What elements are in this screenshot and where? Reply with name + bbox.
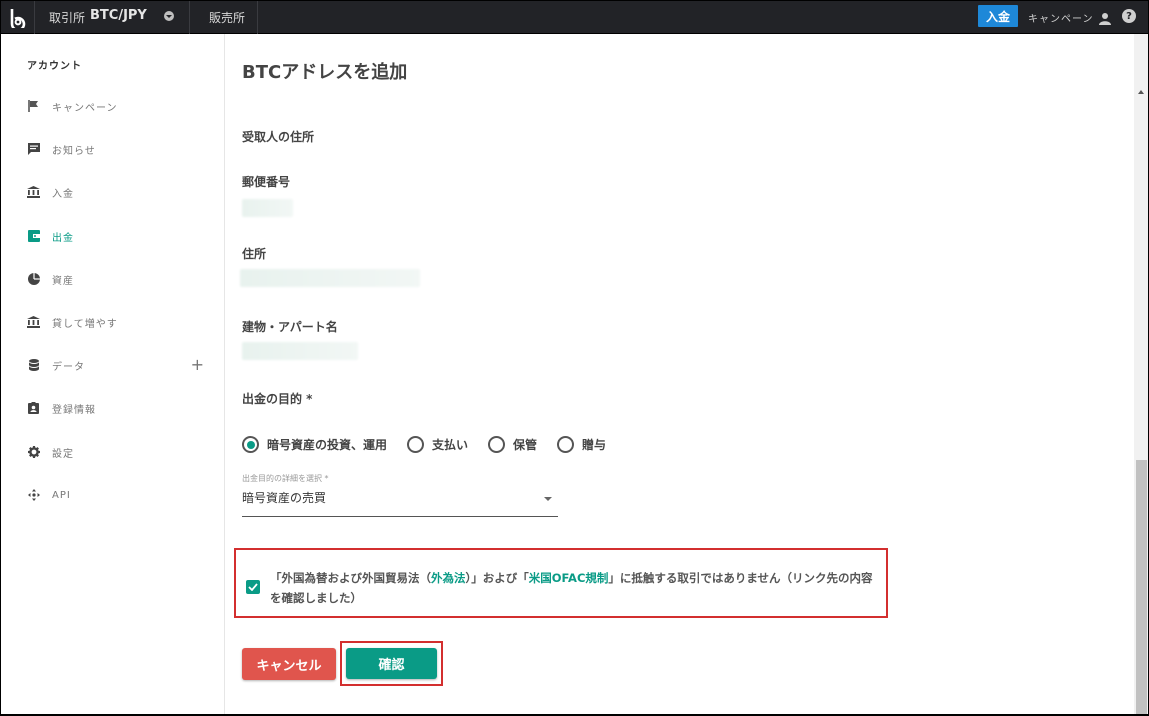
compliance-checkbox[interactable] [246, 580, 260, 594]
purpose-label: 出金の目的 * [242, 392, 313, 406]
sidebar-item-registration[interactable]: 登録情報 [27, 398, 217, 418]
flag-icon [27, 100, 40, 113]
bank-icon [27, 186, 40, 199]
radio-label: 支払い [432, 438, 469, 452]
scroll-up-arrow-icon[interactable] [1138, 90, 1144, 94]
database-icon [27, 359, 40, 372]
shop-link[interactable]: 販売所 [209, 9, 245, 26]
sidebar-item-data[interactable]: データ + [27, 355, 217, 375]
divider [257, 1, 258, 34]
building-label: 建物・アパート名 [242, 320, 338, 334]
radio-label: 暗号資産の投資、運用 [267, 438, 388, 452]
radio-unselected-icon [407, 436, 425, 453]
message-icon [27, 143, 40, 156]
sidebar-item-lending[interactable]: 貸して増やす [27, 312, 217, 332]
select-value: 暗号資産の売買 [242, 491, 327, 505]
sidebar-item-label: 貸して増やす [52, 318, 118, 330]
postal-code-label: 郵便番号 [242, 175, 291, 189]
recipient-address-heading: 受取人の住所 [242, 130, 315, 144]
sidebar-item-api[interactable]: API [27, 485, 217, 505]
account-sidebar: アカウント キャンペーン お知らせ 入金 出金 資産 貸して増やす データ + … [0, 34, 225, 716]
scrollbar-thumb[interactable] [1136, 460, 1147, 716]
radio-unselected-icon [488, 436, 506, 453]
address-value-redacted [240, 269, 420, 287]
sidebar-item-label: 登録情報 [52, 404, 96, 416]
dropdown-arrow-icon [544, 497, 552, 501]
bank-icon [27, 316, 40, 329]
purpose-detail-select[interactable]: 出金目的の詳細を選択 * 暗号資産の売買 [242, 473, 558, 517]
radio-label: 保管 [513, 438, 538, 452]
sidebar-item-label: 出金 [52, 232, 74, 244]
sidebar-item-label: データ [52, 361, 85, 373]
divider [189, 1, 190, 34]
sidebar-item-label: お知らせ [52, 145, 96, 157]
sidebar-item-label: 設定 [52, 448, 74, 460]
sidebar-item-withdraw[interactable]: 出金 [27, 226, 217, 246]
wallet-icon [27, 230, 40, 243]
deposit-button[interactable]: 入金 [978, 5, 1018, 27]
sidebar-item-settings[interactable]: 設定 [27, 442, 217, 462]
select-floating-label: 出金目的の詳細を選択 * [242, 474, 329, 483]
sidebar-item-news[interactable]: お知らせ [27, 139, 217, 159]
sidebar-item-campaign[interactable]: キャンペーン [27, 96, 217, 116]
sidebar-item-label: キャンペーン [52, 102, 118, 114]
purpose-radio-gift[interactable]: 贈与 [557, 436, 606, 453]
pie-chart-icon [27, 273, 40, 286]
api-icon [27, 489, 40, 502]
purpose-radio-payment[interactable]: 支払い [407, 436, 468, 453]
user-icon[interactable] [1098, 10, 1112, 29]
building-value-redacted [242, 342, 358, 360]
ofac-regulation-link[interactable]: 米国OFAC規制 [529, 571, 609, 585]
trading-pair[interactable]: BTC/JPY [90, 8, 147, 23]
sidebar-item-label: API [52, 489, 71, 501]
compliance-confirmation-highlight: 「外国為替および外国貿易法（外為法）」および「米国OFAC規制」に抵触する取引で… [234, 548, 888, 618]
top-navigation-bar: 取引所 BTC/JPY 販売所 入金 キャンペーン ? [0, 0, 1149, 34]
confirm-button-highlight: 確認 [340, 641, 443, 686]
sidebar-item-assets[interactable]: 資産 [27, 269, 217, 289]
help-icon[interactable]: ? [1122, 9, 1136, 23]
exchange-label[interactable]: 取引所 [49, 9, 85, 26]
purpose-radio-investment[interactable]: 暗号資産の投資、運用 [242, 436, 387, 453]
gear-icon [27, 446, 40, 459]
id-badge-icon [27, 402, 40, 415]
address-label: 住所 [242, 247, 267, 261]
radio-unselected-icon [557, 436, 575, 453]
cancel-button[interactable]: キャンセル [242, 648, 336, 680]
vertical-scrollbar[interactable] [1134, 34, 1149, 716]
sidebar-item-label: 入金 [52, 188, 74, 200]
postal-code-value-redacted [242, 199, 293, 217]
purpose-radio-storage[interactable]: 保管 [488, 436, 537, 453]
radio-selected-icon [242, 436, 259, 453]
pair-dropdown-icon[interactable] [164, 11, 174, 21]
main-content: BTCアドレスを追加 受取人の住所 郵便番号 住所 建物・アパート名 出金の目的… [226, 34, 1134, 716]
foreign-exchange-act-link[interactable]: 外為法 [431, 571, 466, 585]
purpose-radio-group: 暗号資産の投資、運用 支払い 保管 贈与 [242, 436, 626, 453]
page-title: BTCアドレスを追加 [242, 62, 408, 83]
campaign-link[interactable]: キャンペーン [1028, 10, 1094, 25]
compliance-confirmation-text: 「外国為替および外国貿易法（外為法）」および「米国OFAC規制」に抵触する取引で… [270, 568, 880, 608]
sidebar-heading: アカウント [27, 61, 82, 72]
sidebar-item-deposit[interactable]: 入金 [27, 182, 217, 202]
sidebar-item-label: 資産 [52, 275, 74, 287]
confirmation-text-part: 「外国為替および外国貿易法（ [270, 571, 431, 585]
confirm-button[interactable]: 確認 [346, 648, 437, 679]
bitbank-logo-icon[interactable] [1, 1, 35, 34]
confirmation-text-part: ）」および「 [465, 571, 529, 585]
radio-label: 贈与 [582, 438, 607, 452]
expand-plus-icon[interactable]: + [191, 355, 205, 375]
